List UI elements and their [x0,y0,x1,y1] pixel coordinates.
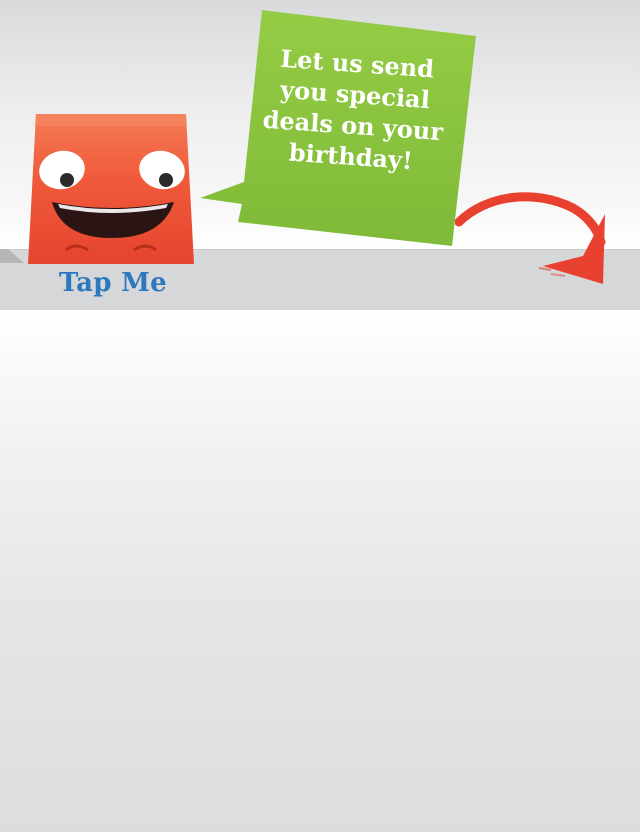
curved-arrow-icon [455,192,606,284]
red-monster-mascot-icon [28,114,194,264]
ledge-shadow [0,249,24,263]
content-panel [0,310,640,832]
tap-me-button[interactable]: Tap Me [40,268,186,298]
promo-message: Let us send you special deals on your bi… [261,43,444,176]
mascot-button[interactable] [22,110,200,270]
